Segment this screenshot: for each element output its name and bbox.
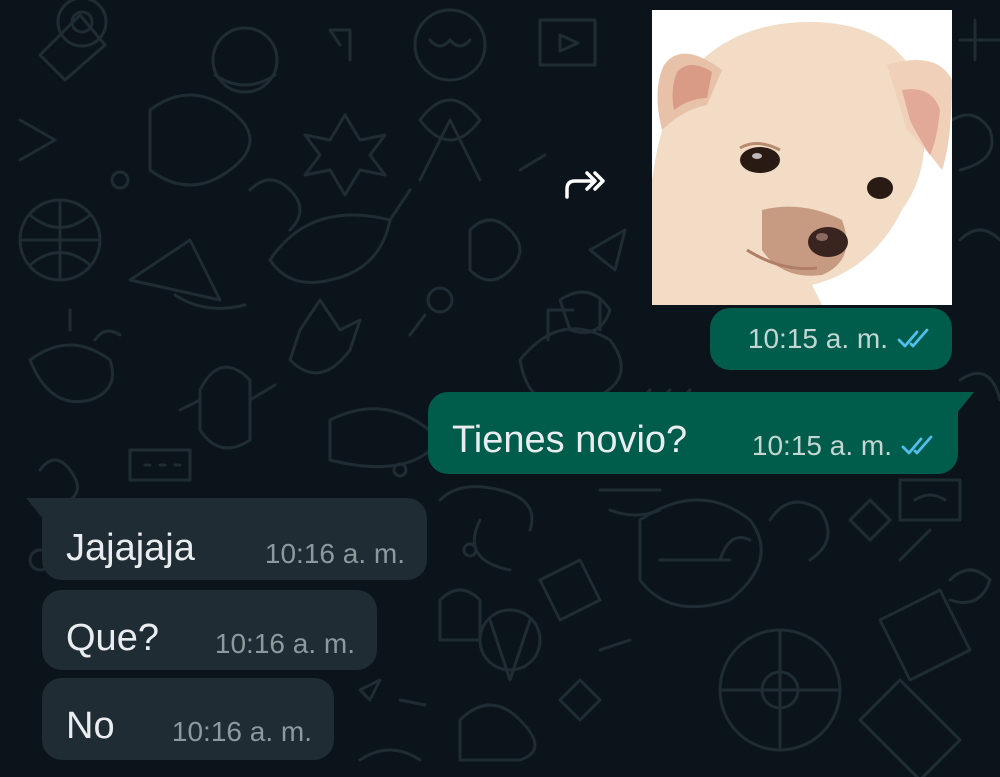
bubble-tail [26,498,44,520]
forward-icon [565,171,605,199]
outgoing-message-bubble[interactable]: Tienes novio? 10:15 a. m. [428,392,974,474]
incoming-message-bubble[interactable]: Que? 10:16 a. m. [42,590,377,670]
message-text: Tienes novio? [452,419,688,461]
double-check-icon [901,435,933,455]
sticker-timestamp-pill: 10:15 a. m. [710,308,952,370]
message-text: No [66,705,115,747]
message-time: 10:16 a. m. [214,628,355,659]
message-time: 10:15 a. m. [747,323,888,354]
message-time: 10:15 a. m. [751,430,892,461]
sad-puppy-sticker [652,10,952,305]
message-text: Jajajaja [66,527,195,569]
incoming-message-bubble[interactable]: No 10:16 a. m. [42,678,334,760]
message-time: 10:16 a. m. [171,716,312,747]
message-time: 10:16 a. m. [264,538,405,569]
bubble-tail [956,392,974,414]
message-text: Que? [66,617,159,659]
forward-button[interactable] [558,163,610,207]
double-check-icon [897,328,929,348]
incoming-message-bubble[interactable]: Jajajaja 10:16 a. m. [26,498,427,580]
sticker-message[interactable] [652,10,952,305]
